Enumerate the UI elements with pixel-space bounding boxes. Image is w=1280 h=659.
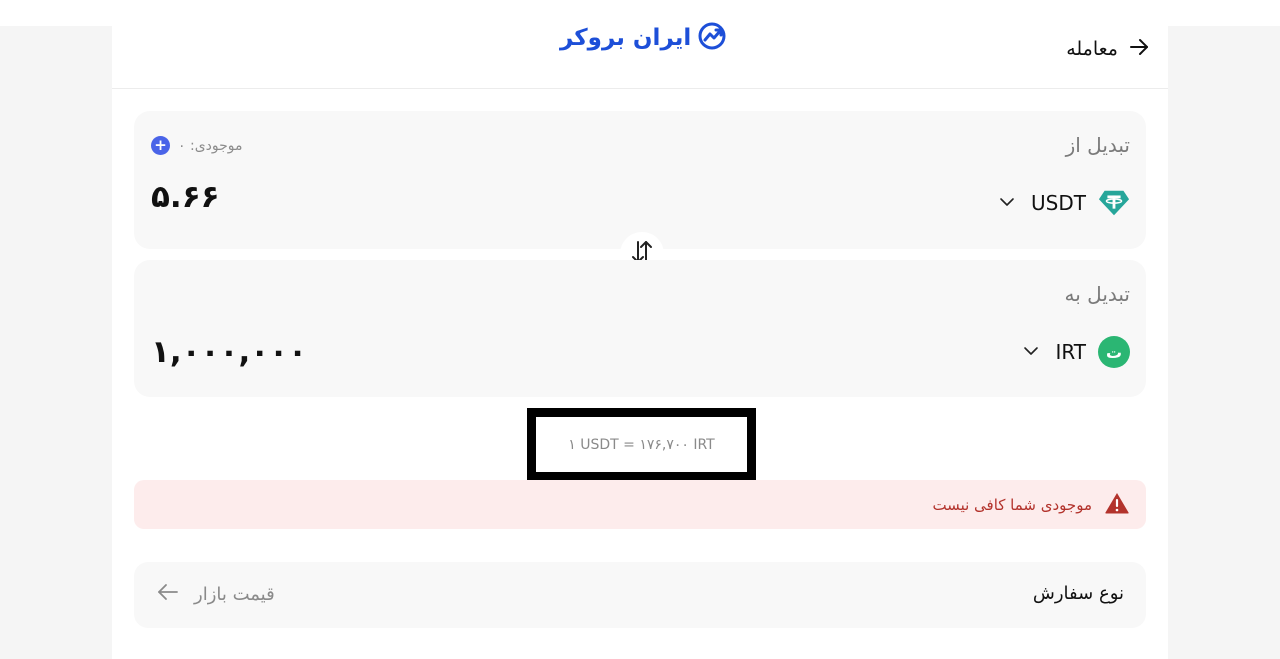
arrow-left-icon <box>156 582 180 606</box>
exchange-rate-text: ۱ USDT = ۱۷۶,۷۰۰ IRT <box>568 436 715 453</box>
convert-to-title: تبدیل به <box>1064 282 1130 306</box>
trend-chart-icon <box>697 21 727 55</box>
convert-from-title: تبدیل از <box>1065 133 1130 157</box>
convert-from-card: تبدیل از + موجودی: ۰ ۵.۶۶ USDT <box>134 111 1146 249</box>
convert-to-card: تبدیل به ۱,۰۰۰,۰۰۰ IRT ت <box>134 260 1146 397</box>
to-currency-select[interactable]: IRT ت <box>1023 336 1130 368</box>
logo-text: ایران بروکر <box>560 25 692 51</box>
insufficient-balance-alert: موجودی شما کافی نیست <box>134 480 1146 529</box>
balance-row: + موجودی: ۰ <box>151 136 243 155</box>
brand-logo[interactable]: ایران بروکر <box>560 18 727 58</box>
trade-panel: ایران بروکر معامله تبدیل از + موجودی: ۰ … <box>112 0 1168 659</box>
back-button[interactable]: معامله <box>1066 34 1150 64</box>
balance-label: موجودی: ۰ <box>178 137 243 154</box>
from-currency-code: USDT <box>1031 191 1086 215</box>
warning-icon <box>1104 491 1130 519</box>
chevron-down-icon <box>1023 344 1039 360</box>
to-currency-code: IRT <box>1055 340 1086 364</box>
arrow-right-icon <box>1128 36 1150 62</box>
chevron-down-icon <box>999 195 1015 211</box>
order-type-label: نوع سفارش <box>1032 583 1124 604</box>
alert-text: موجودی شما کافی نیست <box>932 495 1092 514</box>
from-currency-select[interactable]: USDT <box>999 187 1130 219</box>
page-header: ایران بروکر معامله <box>112 0 1168 89</box>
exchange-rate-box: ۱ USDT = ۱۷۶,۷۰۰ IRT <box>527 408 756 481</box>
add-funds-button[interactable]: + <box>151 136 170 155</box>
order-type-value: قیمت بازار <box>156 582 275 606</box>
back-label: معامله <box>1066 38 1118 60</box>
to-amount-input[interactable]: ۱,۰۰۰,۰۰۰ <box>151 334 307 370</box>
tether-icon <box>1098 187 1130 219</box>
order-type-value-text: قیمت بازار <box>194 583 275 605</box>
from-amount-input[interactable]: ۵.۶۶ <box>151 179 220 215</box>
order-type-selector[interactable]: نوع سفارش قیمت بازار <box>134 562 1146 628</box>
toman-icon: ت <box>1098 336 1130 368</box>
